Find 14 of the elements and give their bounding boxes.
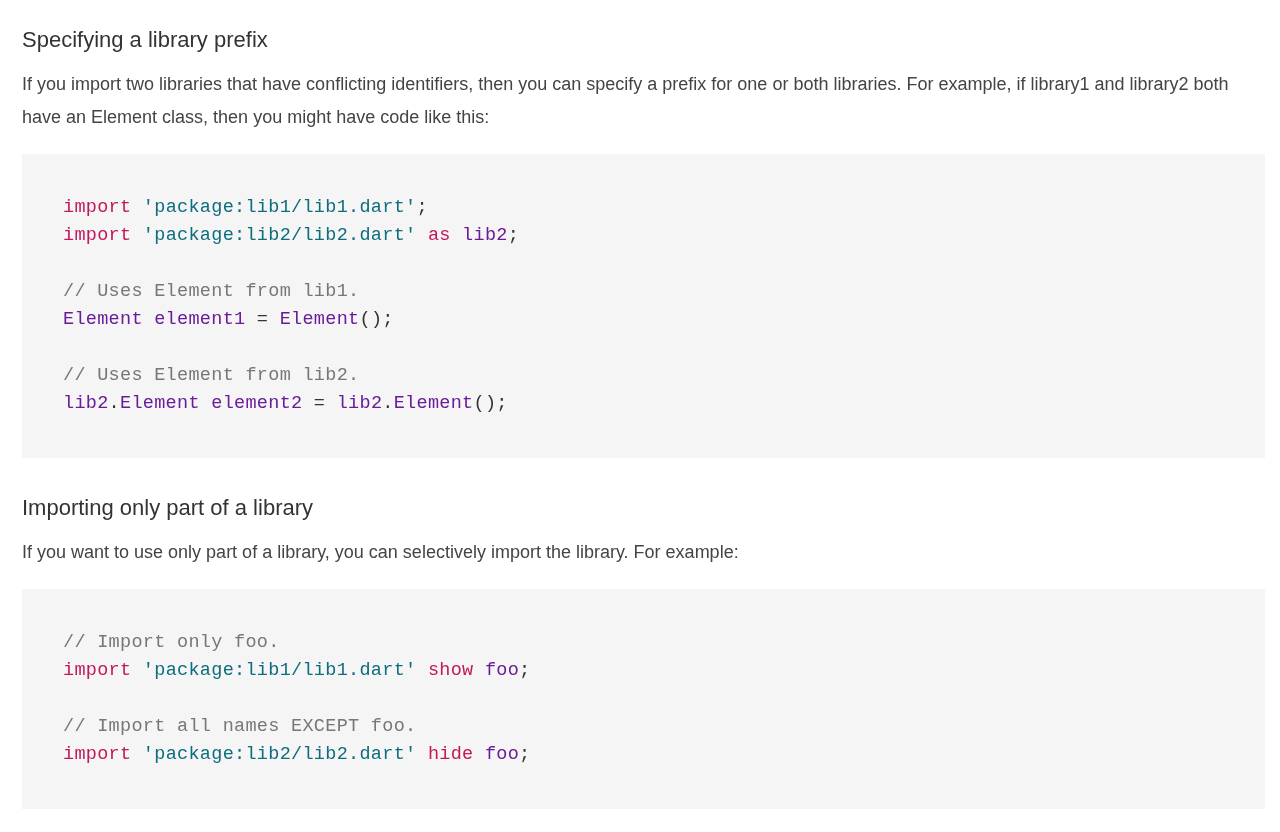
code-comment: // Uses Element from lib2. [63,364,360,388]
code-line: import 'package:lib1/lib1.dart'; [63,196,428,220]
code-line: import 'package:lib2/lib2.dart' hide foo; [63,743,531,767]
paragraph: If you import two libraries that have conflicting identifiers, then you can specify a prefix for one or both libraries. For example, if library1 and library2 both have an Element class, then you might have code like this: [22,73,1230,129]
code-line: Element element1 = Element(); [63,308,394,332]
code-comment: // Import all names EXCEPT foo. [63,715,417,739]
code-line: import 'package:lib1/lib1.dart' show foo; [63,659,531,683]
code-line: lib2.Element element2 = lib2.Element(); [63,392,508,416]
code-comment: // Uses Element from lib1. [63,280,360,304]
code-comment: // Import only foo. [63,631,280,655]
section-heading: Specifying a library prefix [22,26,269,54]
paragraph: If you want to use only part of a library, you can selectively import the library. For example: [22,541,740,564]
section-heading: Importing only part of a library [22,494,315,522]
code-line: import 'package:lib2/lib2.dart' as lib2; [63,224,520,248]
